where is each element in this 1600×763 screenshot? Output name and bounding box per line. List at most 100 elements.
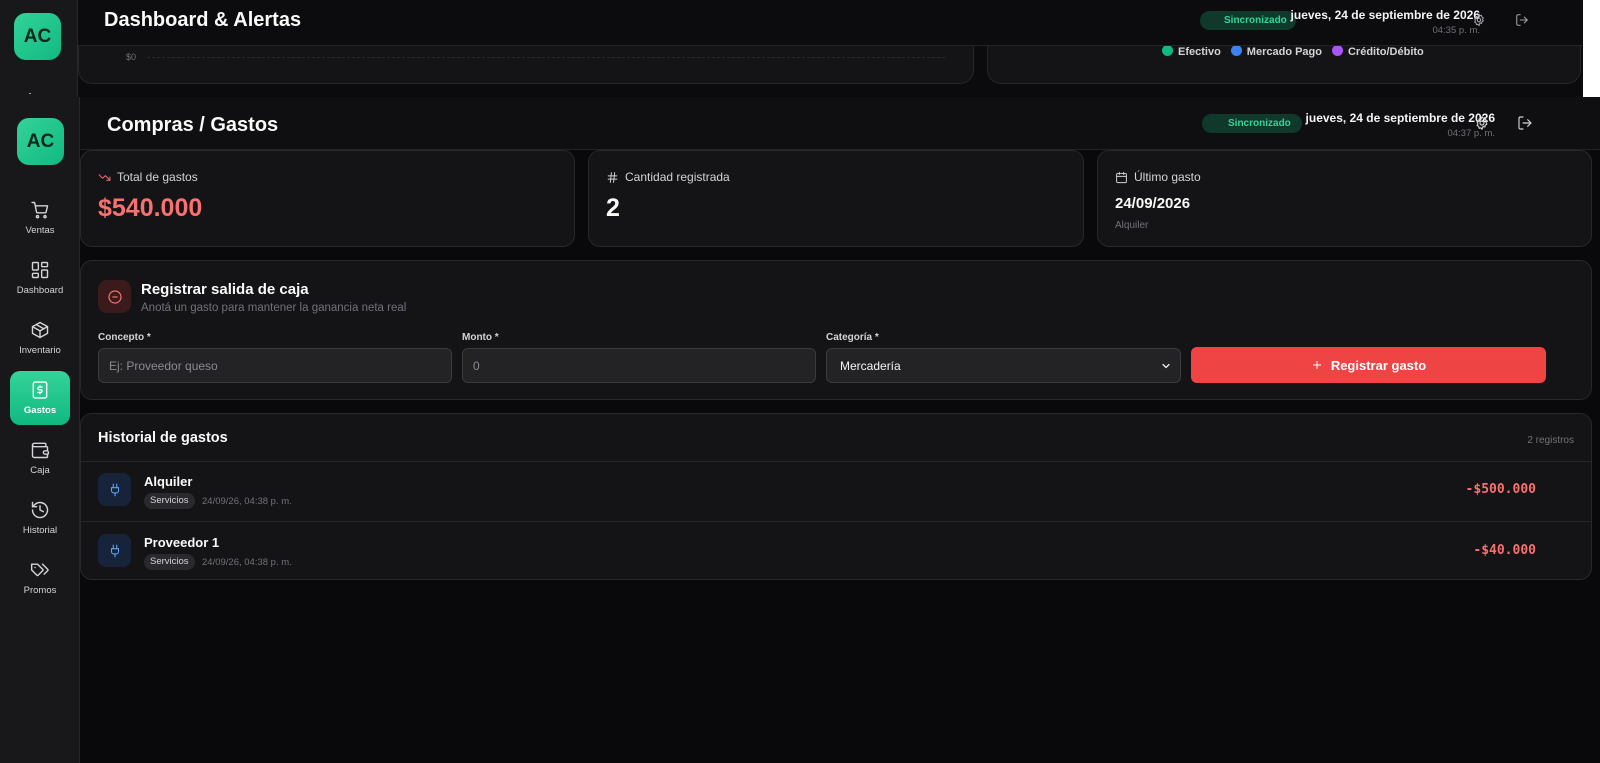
logout-button[interactable] <box>1517 115 1535 133</box>
settings-button[interactable] <box>1474 115 1492 133</box>
sidebar-item-historial[interactable]: Historial <box>10 491 70 545</box>
current-date: jueves, 24 de septiembre de 2026 <box>1305 111 1495 125</box>
sync-status-badge: Sincronizado <box>1202 114 1302 133</box>
sidebar-item-label: Gastos <box>23 405 57 416</box>
categoria-select[interactable]: Mercadería <box>826 348 1181 383</box>
form-title: Registrar salida de caja <box>141 281 309 298</box>
stat-card-ultimo-gasto: Último gasto 24/09/2026 Alquiler <box>1097 150 1592 247</box>
concepto-input[interactable] <box>98 348 452 383</box>
list-item[interactable]: Proveedor 1 Servicios 24/09/26, 04:38 p.… <box>81 521 1591 579</box>
stat-label: Cantidad registrada <box>606 170 730 184</box>
background-divider <box>29 93 31 94</box>
sidebar-item-label: Dashboard <box>16 285 64 296</box>
wallet-icon <box>31 442 50 459</box>
main-content: Compras / Gastos Sincronizado jueves, 24… <box>80 97 1600 763</box>
trending-down-icon <box>98 173 111 181</box>
payment-legend: Efectivo Mercado Pago Crédito/Débito <box>1162 45 1424 58</box>
gastos-view: AC Ventas Dashboard Inventario Gastos Ca… <box>0 97 1600 763</box>
receipt-dollar-icon <box>32 381 48 399</box>
plus-icon <box>1312 361 1321 369</box>
background-date: jueves, 24 de septiembre de 2026 <box>1290 8 1480 22</box>
stat-value-count: 2 <box>606 194 620 222</box>
plug-icon <box>98 534 131 567</box>
stat-card-total-gastos: Total de gastos $540.000 <box>80 150 575 247</box>
chart-gridline <box>147 57 945 58</box>
category-badge: Servicios <box>144 493 195 509</box>
expense-timestamp: 24/09/26, 04:38 p. m. <box>202 557 292 568</box>
stat-value-total: $540.000 <box>98 194 203 222</box>
register-expense-button[interactable]: Registrar gasto <box>1191 347 1546 383</box>
hash-icon <box>607 171 618 183</box>
background-payment-card: Efectivo Mercado Pago Crédito/Débito <box>987 40 1581 84</box>
legend-item-efectivo: Efectivo <box>1162 45 1221 58</box>
chevron-down-icon <box>1162 363 1170 369</box>
sidebar-item-ventas[interactable]: Ventas <box>10 191 70 245</box>
sidebar-item-label: Caja <box>30 465 50 476</box>
current-time: 04:37 p. m. <box>1447 128 1495 139</box>
grid-icon <box>31 261 49 279</box>
legend-dot <box>1230 45 1242 56</box>
box-icon <box>31 321 49 339</box>
stat-card-cantidad: Cantidad registrada 2 <box>588 150 1084 247</box>
stat-sub-last-concept: Alquiler <box>1115 220 1149 231</box>
chart-axis-zero-label: $0 <box>126 52 137 62</box>
app-logo[interactable]: AC <box>17 118 64 165</box>
register-expense-card: Registrar salida de caja Anotá un gasto … <box>80 260 1592 400</box>
monto-input[interactable] <box>462 348 816 383</box>
logout-icon[interactable] <box>1515 13 1531 29</box>
stat-value-last-date: 24/09/2026 <box>1115 195 1191 212</box>
list-item[interactable]: Alquiler Servicios 24/09/26, 04:38 p. m.… <box>81 461 1591 521</box>
window-edge <box>1583 0 1600 97</box>
expense-name: Proveedor 1 <box>144 535 220 550</box>
sidebar-item-label: Historial <box>22 525 58 536</box>
minus-circle-icon <box>98 280 131 313</box>
background-logo: AC <box>14 13 61 60</box>
logout-icon <box>1518 116 1532 130</box>
expense-name: Alquiler <box>144 474 193 489</box>
date-block: jueves, 24 de septiembre de 2026 04:37 p… <box>1306 111 1495 139</box>
history-count: 2 registros <box>1527 435 1574 446</box>
stat-label: Total de gastos <box>98 170 198 184</box>
top-header: Compras / Gastos Sincronizado jueves, 24… <box>80 97 1600 150</box>
sidebar-item-label: Inventario <box>19 345 61 356</box>
background-page-title: Dashboard & Alertas <box>104 9 302 31</box>
sidebar-item-label: Ventas <box>25 225 55 236</box>
tags-icon <box>30 563 49 577</box>
form-subtitle: Anotá un gasto para mantener la ganancia… <box>141 302 407 314</box>
legend-item-mercado-pago: Mercado Pago <box>1230 45 1322 58</box>
gear-icon <box>1476 116 1488 130</box>
sidebar-nav: Ventas Dashboard Inventario Gastos Caja … <box>10 191 70 611</box>
background-date-block: jueves, 24 de septiembre de 2026 04:35 p… <box>1291 8 1480 36</box>
legend-dot <box>1331 45 1343 56</box>
gear-icon[interactable] <box>1472 13 1488 29</box>
sidebar-item-dashboard[interactable]: Dashboard <box>10 251 70 305</box>
background-header: Dashboard & Alertas Sincronizado jueves,… <box>78 0 1600 46</box>
page-title: Compras / Gastos <box>107 114 279 136</box>
expense-history-card: Historial de gastos 2 registros Alquiler… <box>80 413 1592 580</box>
expense-amount: -$40.000 <box>1473 543 1536 558</box>
background-time: 04:35 p. m. <box>1432 25 1480 36</box>
categoria-label: Categoría * <box>826 332 879 343</box>
background-sync-badge: Sincronizado <box>1200 11 1296 30</box>
sidebar-item-promos[interactable]: Promos <box>10 551 70 605</box>
sidebar-item-inventario[interactable]: Inventario <box>10 311 70 365</box>
calendar-icon <box>1116 171 1127 183</box>
legend-item-credito-debito: Crédito/Débito <box>1331 45 1424 58</box>
expense-timestamp: 24/09/26, 04:38 p. m. <box>202 496 292 507</box>
cart-icon <box>31 201 49 219</box>
sidebar: AC Ventas Dashboard Inventario Gastos Ca… <box>0 97 80 763</box>
stat-label: Último gasto <box>1115 170 1201 184</box>
legend-dot <box>1162 45 1173 56</box>
background-chart-card: $0 <box>78 40 974 84</box>
sidebar-item-caja[interactable]: Caja <box>10 431 70 485</box>
monto-label: Monto * <box>462 332 499 343</box>
background-dashboard-view: AC $0 Efectivo Mercado Pago Crédito/Débi… <box>0 0 1600 97</box>
sidebar-item-gastos[interactable]: Gastos <box>10 371 70 425</box>
plug-icon <box>98 473 131 506</box>
history-title: Historial de gastos <box>98 430 228 446</box>
background-sidebar: AC <box>0 0 78 97</box>
expense-amount: -$500.000 <box>1465 482 1536 497</box>
history-icon <box>31 501 49 519</box>
categoria-selected-value: Mercadería <box>840 358 901 373</box>
concepto-label: Concepto * <box>98 332 151 343</box>
